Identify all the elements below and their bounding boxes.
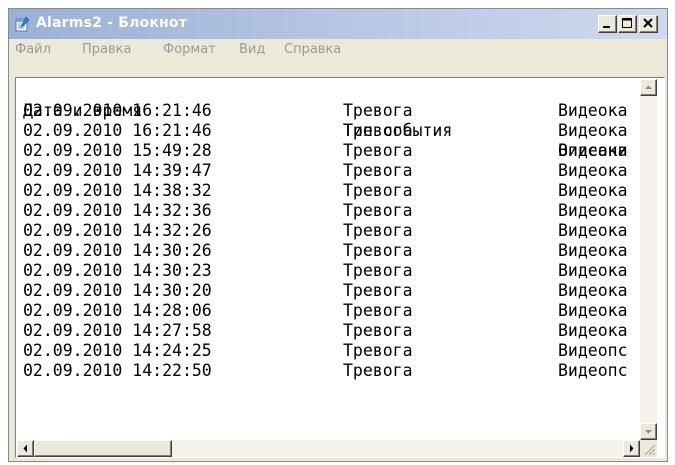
line-date: 02.09.2010 14:22:50 bbox=[23, 361, 212, 380]
line-desc: Видеока bbox=[558, 161, 628, 180]
line-type: Тревога bbox=[343, 101, 413, 120]
line-type: Тревога bbox=[343, 321, 413, 340]
maximize-icon bbox=[622, 18, 632, 28]
line-type: Тревога bbox=[343, 201, 413, 220]
line-date: 02.09.2010 14:38:32 bbox=[23, 181, 212, 200]
line-desc: Видеока bbox=[558, 281, 628, 300]
line-date: 02.09.2010 16:21:46 bbox=[23, 101, 212, 120]
minimize-button[interactable] bbox=[598, 15, 617, 33]
line-desc: Видеока bbox=[558, 201, 628, 220]
text-editor[interactable]: Дата и время Тип события Описани 02.09.2… bbox=[15, 77, 665, 458]
notepad-icon bbox=[14, 16, 30, 32]
line-type: Тревога bbox=[343, 361, 413, 380]
menu-format[interactable]: Формат bbox=[163, 42, 216, 57]
window-title: Alarms2 - Блокнот bbox=[36, 15, 188, 31]
line-desc: Видеока bbox=[558, 121, 628, 140]
close-button[interactable] bbox=[639, 15, 658, 33]
line-desc: Видеока bbox=[558, 221, 628, 240]
line-desc: Видеока bbox=[558, 301, 628, 320]
line-date: 02.09.2010 14:32:26 bbox=[23, 221, 212, 240]
scroll-right-button[interactable] bbox=[623, 440, 640, 457]
menu-bar: Файл Правка Формат Вид Справка bbox=[9, 39, 667, 59]
line-desc: Видеока bbox=[558, 141, 628, 160]
line-date: 02.09.2010 15:49:28 bbox=[23, 141, 212, 160]
scroll-down-button[interactable] bbox=[640, 423, 657, 440]
notepad-window: Alarms2 - Блокнот Файл Правка Формат Вид… bbox=[8, 8, 668, 462]
arrow-left-icon bbox=[23, 444, 27, 453]
vertical-scrollbar[interactable] bbox=[640, 79, 657, 440]
line-date: 02.09.2010 14:24:25 bbox=[23, 341, 212, 360]
line-desc: Видеока bbox=[558, 101, 628, 120]
line-date: 02.09.2010 16:21:46 bbox=[23, 121, 212, 140]
line-desc: Видеока bbox=[558, 181, 628, 200]
line-desc: Видеопс bbox=[558, 341, 628, 360]
line-date: 02.09.2010 14:27:58 bbox=[23, 321, 212, 340]
line-type: Тревога bbox=[343, 181, 413, 200]
menu-edit[interactable]: Правка bbox=[82, 42, 131, 57]
horizontal-scroll-thumb[interactable] bbox=[34, 440, 172, 457]
menu-file[interactable]: Файл bbox=[15, 42, 51, 57]
scroll-up-button[interactable] bbox=[640, 79, 657, 96]
line-desc: Видеока bbox=[558, 261, 628, 280]
horizontal-scrollbar[interactable] bbox=[17, 440, 640, 457]
line-date: 02.09.2010 14:30:20 bbox=[23, 281, 212, 300]
close-icon bbox=[643, 18, 653, 28]
line-date: 02.09.2010 14:39:47 bbox=[23, 161, 212, 180]
line-type: Тревога bbox=[343, 121, 413, 140]
line-date: 02.09.2010 14:30:26 bbox=[23, 241, 212, 260]
minimize-icon bbox=[603, 26, 610, 28]
line-type: Тревога bbox=[343, 161, 413, 180]
line-type: Тревога bbox=[343, 241, 413, 260]
arrow-up-icon bbox=[645, 85, 652, 89]
header-line: Дата и время Тип события Описани bbox=[20, 81, 628, 160]
text-content[interactable]: Дата и время Тип события Описани 02.09.2… bbox=[17, 79, 640, 439]
line-date: 02.09.2010 14:28:06 bbox=[23, 301, 212, 320]
menu-help[interactable]: Справка bbox=[284, 42, 341, 57]
line-desc: Видеока bbox=[558, 241, 628, 260]
line-type: Тревога bbox=[343, 141, 413, 160]
title-bar[interactable]: Alarms2 - Блокнот bbox=[9, 9, 667, 39]
line-type: Тревога bbox=[343, 221, 413, 240]
arrow-down-icon bbox=[645, 430, 652, 434]
line-date: 02.09.2010 14:32:36 bbox=[23, 201, 212, 220]
line-type: Тревога bbox=[343, 301, 413, 320]
menu-view[interactable]: Вид bbox=[239, 42, 265, 57]
resize-grip-icon[interactable] bbox=[640, 440, 657, 457]
line-desc: Видеока bbox=[558, 321, 628, 340]
line-type: Тревога bbox=[343, 281, 413, 300]
maximize-button[interactable] bbox=[618, 15, 637, 33]
arrow-right-icon bbox=[630, 444, 634, 453]
scroll-left-button[interactable] bbox=[17, 440, 34, 457]
line-desc: Видеопс bbox=[558, 361, 628, 380]
line-type: Тревога bbox=[343, 341, 413, 360]
line-date: 02.09.2010 14:30:23 bbox=[23, 261, 212, 280]
line-type: Тревога bbox=[343, 261, 413, 280]
